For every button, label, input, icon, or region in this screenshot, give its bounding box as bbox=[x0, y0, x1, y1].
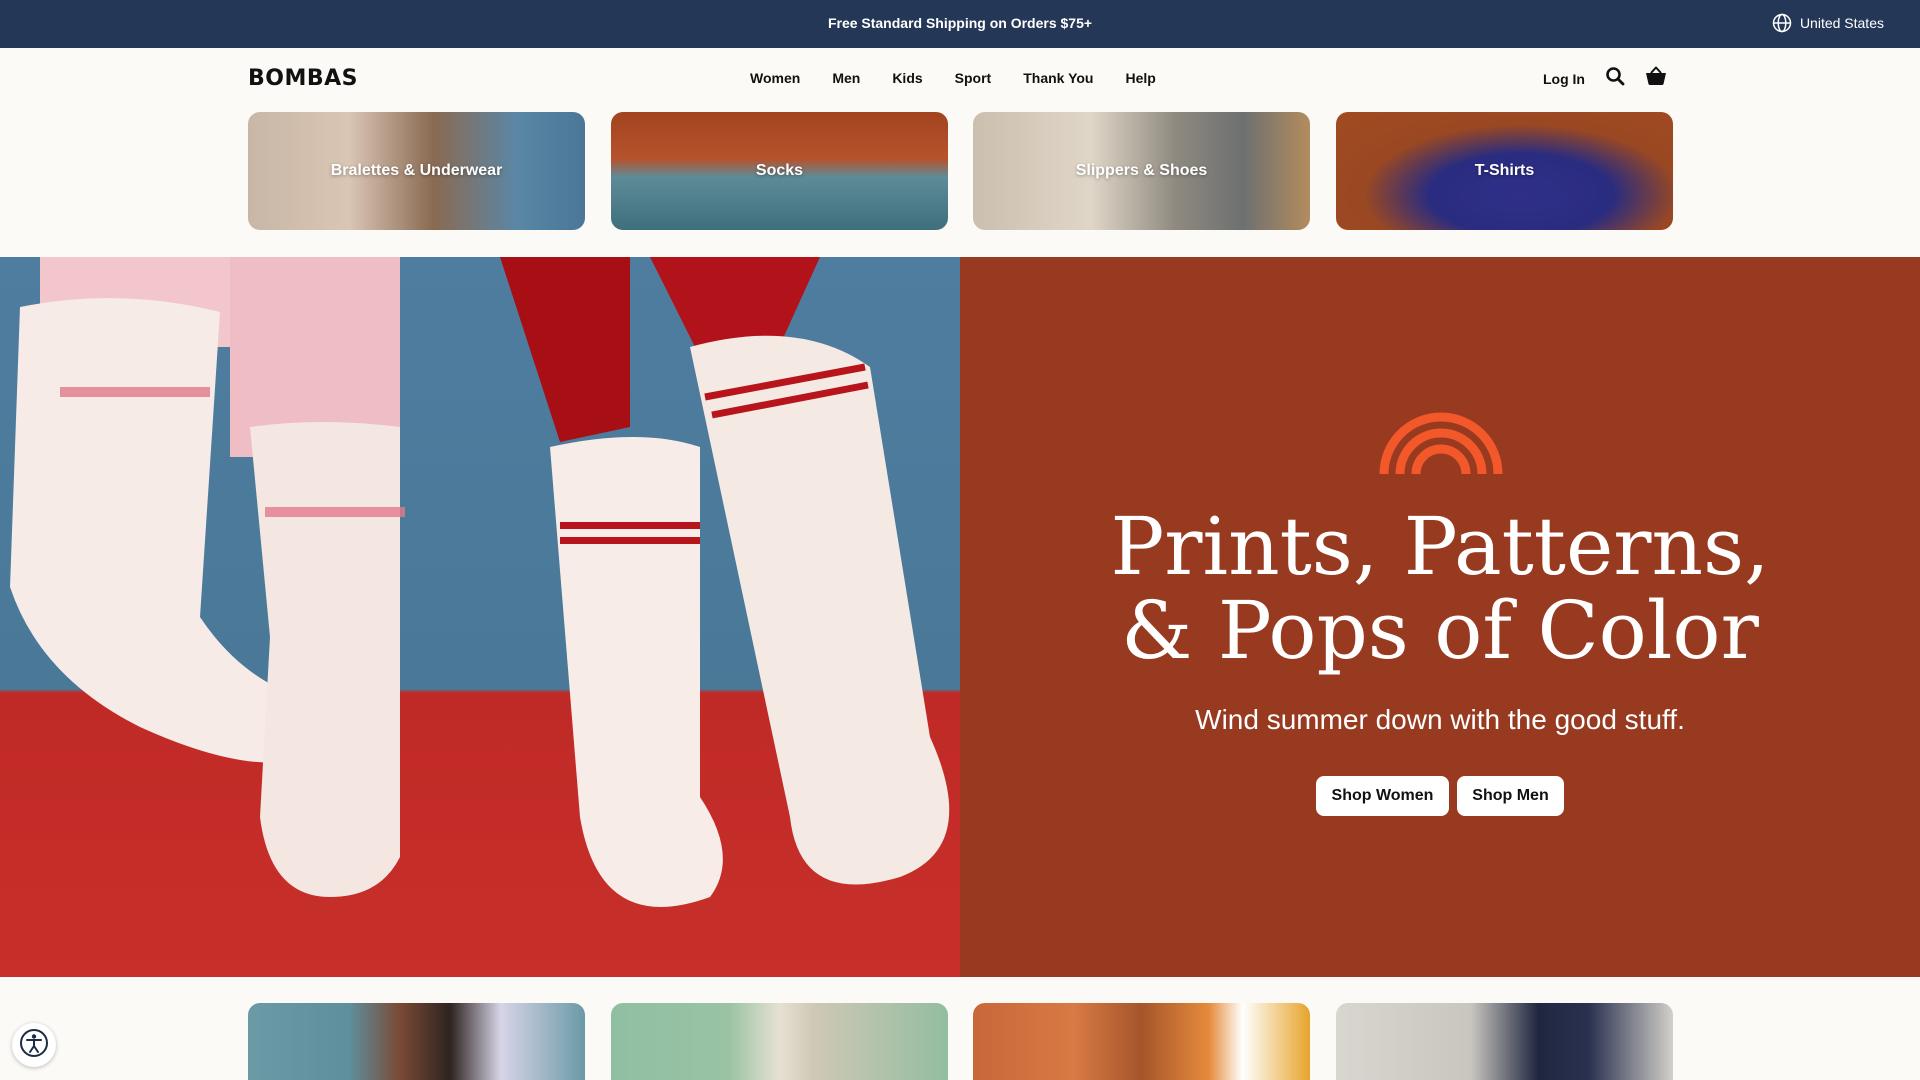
hero-image bbox=[0, 257, 960, 977]
nav-kids[interactable]: Kids bbox=[892, 70, 922, 86]
category-label: Socks bbox=[755, 162, 804, 179]
hero-subtitle: Wind summer down with the good stuff. bbox=[1195, 704, 1685, 735]
category-label: Bralettes & Underwear bbox=[330, 162, 503, 179]
logo[interactable]: BOMBAS bbox=[248, 66, 358, 91]
search-icon[interactable] bbox=[1605, 66, 1625, 91]
hero-title-line1: Prints, Patterns, bbox=[1110, 500, 1770, 593]
category-socks[interactable]: Socks bbox=[611, 112, 948, 230]
promo-tile[interactable] bbox=[248, 1003, 585, 1080]
nav-women[interactable]: Women bbox=[750, 70, 800, 86]
category-label: T-Shirts bbox=[1474, 162, 1535, 179]
category-label: Slippers & Shoes bbox=[1075, 162, 1208, 179]
main-nav: Women Men Kids Sport Thank You Help bbox=[750, 70, 1188, 86]
promo-tile[interactable] bbox=[973, 1003, 1310, 1080]
nav-sport[interactable]: Sport bbox=[955, 70, 992, 86]
login-link[interactable]: Log In bbox=[1543, 71, 1585, 87]
region-selector[interactable]: United States bbox=[1772, 13, 1884, 33]
announcement-bar: Free Standard Shipping on Orders $75+ Un… bbox=[0, 0, 1920, 48]
cart-icon[interactable] bbox=[1645, 66, 1667, 91]
header-actions: Log In bbox=[1543, 66, 1667, 91]
category-bralettes-underwear[interactable]: Bralettes & Underwear bbox=[248, 112, 585, 230]
nav-help[interactable]: Help bbox=[1126, 70, 1156, 86]
category-slippers-shoes[interactable]: Slippers & Shoes bbox=[973, 112, 1310, 230]
shop-men-button[interactable]: Shop Men bbox=[1457, 776, 1564, 816]
region-label: United States bbox=[1799, 15, 1884, 31]
promo-tile[interactable] bbox=[1336, 1003, 1673, 1080]
promo-tile[interactable] bbox=[611, 1003, 948, 1080]
globe-icon bbox=[1772, 13, 1792, 33]
accessibility-icon bbox=[19, 1028, 49, 1063]
hero-title: Prints, Patterns, & Pops of Color bbox=[1000, 505, 1880, 673]
shipping-message[interactable]: Free Standard Shipping on Orders $75+ bbox=[0, 15, 1920, 31]
nav-thank-you[interactable]: Thank You bbox=[1023, 70, 1093, 86]
shop-women-button[interactable]: Shop Women bbox=[1316, 776, 1449, 816]
rainbow-icon bbox=[1378, 404, 1504, 479]
site-header: BOMBAS Women Men Kids Sport Thank You He… bbox=[0, 48, 1920, 110]
accessibility-button[interactable] bbox=[12, 1023, 56, 1067]
nav-men[interactable]: Men bbox=[832, 70, 860, 86]
hero-title-line2: & Pops of Color bbox=[1121, 584, 1759, 677]
category-t-shirts[interactable]: T-Shirts bbox=[1336, 112, 1673, 230]
